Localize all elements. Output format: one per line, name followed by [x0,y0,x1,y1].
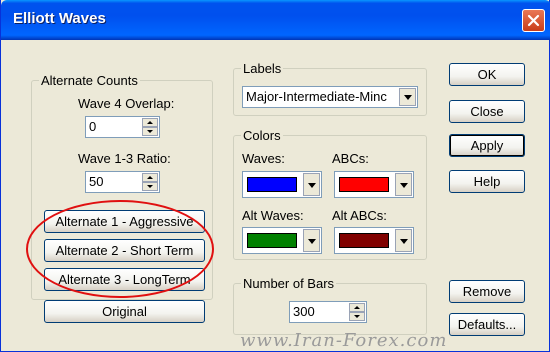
spin-up-icon[interactable] [142,173,158,182]
wave13-ratio-spinner[interactable]: 50 [85,171,160,193]
title-bar: Elliott Waves [1,0,550,40]
wave4-overlap-spinner[interactable]: 0 [85,116,160,138]
alt-waves-color-label: Alt Waves: [242,208,304,223]
waves-color-label: Waves: [242,151,285,166]
close-icon [527,14,540,27]
number-of-bars-spinner[interactable]: 300 [289,301,367,323]
alternate1-aggressive-button[interactable]: Alternate 1 - Aggressive [44,210,205,233]
spin-up-icon[interactable] [142,118,158,127]
elliott-waves-dialog: Elliott Waves Alternate Counts Wave 4 Ov… [0,0,550,352]
number-of-bars-value[interactable]: 300 [293,304,315,319]
spin-down-icon[interactable] [142,182,158,191]
chevron-down-icon[interactable] [395,173,412,196]
alt-abcs-color-swatch [339,233,389,248]
alt-waves-color-swatch [247,233,297,248]
close-button[interactable]: Close [449,100,525,123]
alternate-counts-legend: Alternate Counts [39,73,140,88]
spin-down-icon[interactable] [142,127,158,136]
alt-abcs-color-picker[interactable] [334,227,414,254]
labels-legend: Labels [241,61,284,76]
apply-button[interactable]: Apply [449,134,525,157]
original-button[interactable]: Original [44,300,205,323]
wave13-ratio-value[interactable]: 50 [89,174,103,189]
chevron-down-icon[interactable] [395,229,412,252]
waves-color-swatch [247,177,297,192]
colors-legend: Colors [241,128,283,143]
chevron-down-icon[interactable] [303,173,320,196]
alternate3-long-term-button[interactable]: Alternate 3 - LongTerm [44,268,205,291]
alternate2-short-term-button[interactable]: Alternate 2 - Short Term [44,239,205,262]
labels-selected-value: Major-Intermediate-Minc [246,89,387,104]
wave4-overlap-label: Wave 4 Overlap: [78,96,175,111]
window-title: Elliott Waves [13,10,106,27]
abcs-color-label: ABCs: [332,151,369,166]
waves-color-picker[interactable] [242,171,322,198]
spin-up-icon[interactable] [349,303,365,312]
remove-button[interactable]: Remove [449,280,525,303]
abcs-color-picker[interactable] [334,171,414,198]
wave13-ratio-label: Wave 1-3 Ratio: [78,151,171,166]
close-window-button[interactable] [522,9,545,32]
wave4-overlap-value[interactable]: 0 [89,119,96,134]
help-button[interactable]: Help [449,170,525,193]
abcs-color-swatch [339,177,389,192]
ok-button[interactable]: OK [449,63,525,86]
alt-abcs-color-label: Alt ABCs: [332,208,387,223]
chevron-down-icon[interactable] [303,229,320,252]
alt-waves-color-picker[interactable] [242,227,322,254]
chevron-down-icon[interactable] [399,88,416,106]
watermark: www.Iran-Forex.com [240,330,448,351]
spin-down-icon[interactable] [349,312,365,321]
number-of-bars-legend: Number of Bars [241,276,337,291]
defaults-button[interactable]: Defaults... [449,313,525,336]
labels-dropdown[interactable]: Major-Intermediate-Minc [242,86,418,108]
